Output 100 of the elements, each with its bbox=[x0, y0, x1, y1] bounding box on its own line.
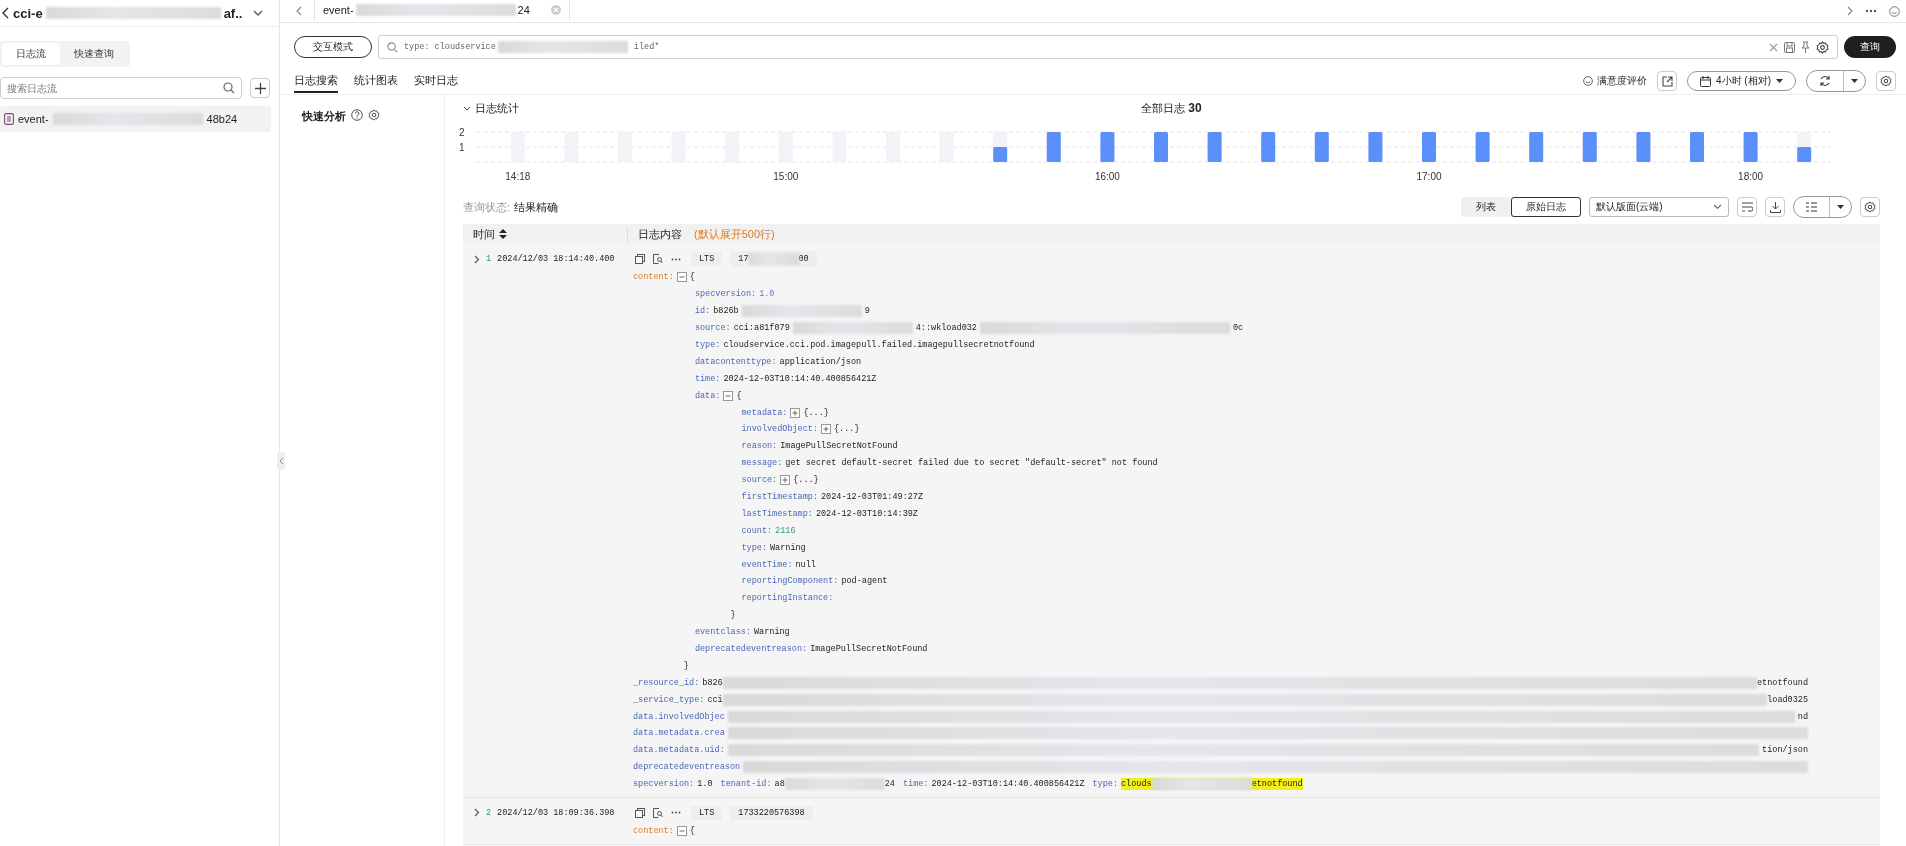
column-header[interactable]: 时间 bbox=[473, 226, 495, 242]
json-value: Warning bbox=[770, 542, 806, 553]
feedback-link[interactable]: 满意度评价 bbox=[1583, 74, 1647, 88]
add-button[interactable] bbox=[250, 78, 270, 98]
json-key: metadata: bbox=[741, 407, 788, 418]
context-button[interactable] bbox=[651, 805, 665, 820]
query-field[interactable]: type: cloudservice iled* bbox=[378, 35, 1838, 59]
json-key: data: bbox=[694, 390, 721, 401]
histogram-bar[interactable] bbox=[1582, 132, 1597, 162]
download-button[interactable] bbox=[1765, 197, 1785, 217]
file-tab[interactable]: event- 24 bbox=[314, 0, 570, 22]
json-collapsed-preview[interactable]: {...} bbox=[834, 424, 860, 435]
json-collapsed-preview[interactable]: {...} bbox=[793, 475, 819, 486]
json-toggle[interactable] bbox=[676, 826, 687, 837]
json-toggle[interactable] bbox=[780, 475, 791, 486]
histogram-bar[interactable] bbox=[1529, 132, 1544, 162]
view-tab[interactable]: 日志搜索 bbox=[294, 69, 338, 93]
document-icon bbox=[4, 113, 14, 125]
json-key: reportingInstance: bbox=[741, 593, 834, 604]
smiley-icon[interactable] bbox=[1889, 5, 1900, 17]
histogram-bar[interactable] bbox=[1797, 147, 1812, 162]
log-stream-item[interactable]: event- 48b24 bbox=[0, 106, 271, 132]
histogram-bar[interactable] bbox=[1743, 132, 1758, 162]
settings-button[interactable] bbox=[1876, 71, 1896, 91]
histogram-bar[interactable] bbox=[1368, 132, 1383, 162]
histogram-bar[interactable] bbox=[1475, 132, 1490, 162]
copy-button[interactable] bbox=[633, 252, 647, 266]
collapse-handle[interactable] bbox=[277, 452, 285, 470]
histogram-bar[interactable] bbox=[993, 147, 1008, 162]
expand-row-icon[interactable] bbox=[474, 808, 480, 818]
sidebar-tab[interactable]: 日志流 bbox=[2, 43, 60, 65]
more-icon[interactable] bbox=[1865, 9, 1877, 13]
pin-icon[interactable] bbox=[1801, 41, 1810, 53]
query-status-label: 查询状态: bbox=[463, 199, 511, 215]
settings-icon bbox=[1880, 75, 1892, 87]
json-key: content: bbox=[633, 826, 674, 837]
chevron-right-icon[interactable] bbox=[1847, 6, 1853, 16]
time-range-dropdown[interactable]: 4小时 (相对) bbox=[1687, 71, 1796, 91]
json-value: b826b bbox=[713, 306, 739, 317]
search-button[interactable]: 查询 bbox=[1844, 36, 1896, 58]
field-key: data.involvedObjec bbox=[633, 711, 725, 722]
copy-icon bbox=[635, 254, 645, 264]
help-icon[interactable] bbox=[351, 109, 363, 121]
field-key: specversion: bbox=[633, 779, 695, 790]
json-key: count: bbox=[741, 525, 773, 536]
layout-select[interactable]: 默认版面(云端) bbox=[1589, 197, 1729, 217]
field-value: 24 bbox=[884, 779, 895, 790]
histogram-bar[interactable] bbox=[1046, 132, 1061, 162]
json-key: source: bbox=[694, 323, 731, 334]
context-button[interactable] bbox=[651, 252, 665, 266]
source-tag: LTS bbox=[691, 805, 723, 820]
histogram-bar[interactable] bbox=[1314, 132, 1329, 162]
wrap-button[interactable] bbox=[1737, 197, 1757, 217]
json-brace: } bbox=[730, 610, 736, 621]
save-icon[interactable] bbox=[1784, 41, 1795, 53]
json-key: eventTime: bbox=[741, 559, 793, 570]
json-value: null bbox=[795, 559, 816, 570]
view-mode-button[interactable]: 原始日志 bbox=[1511, 197, 1581, 217]
view-tab[interactable]: 统计图表 bbox=[354, 69, 398, 93]
histogram-bar[interactable] bbox=[1636, 132, 1651, 162]
sort-icon[interactable] bbox=[499, 229, 507, 239]
view-tab[interactable]: 实时日志 bbox=[414, 69, 458, 93]
settings-button[interactable] bbox=[1860, 197, 1880, 217]
json-key: reportingComponent: bbox=[741, 576, 839, 587]
clear-icon[interactable] bbox=[1769, 42, 1778, 52]
json-value: 4::wkload032 bbox=[915, 323, 977, 334]
json-toggle[interactable] bbox=[790, 407, 801, 418]
field-value: etnotfound bbox=[1251, 779, 1303, 790]
json-key: type: bbox=[741, 542, 767, 553]
json-collapsed-preview[interactable]: {...} bbox=[803, 407, 829, 418]
field-value: 2024-12-03T10:14:40.400856421Z bbox=[931, 779, 1085, 790]
json-key: datacontenttype: bbox=[694, 356, 777, 367]
json-toggle[interactable] bbox=[676, 272, 687, 283]
histogram-bar[interactable] bbox=[1261, 132, 1276, 162]
settings-icon[interactable] bbox=[368, 109, 380, 121]
search-field[interactable]: 搜索日志流 bbox=[0, 77, 242, 99]
search-input[interactable]: 搜索日志流 bbox=[5, 81, 223, 95]
row-number: 1 bbox=[486, 254, 492, 264]
back-icon[interactable] bbox=[2, 7, 10, 19]
json-key: source: bbox=[741, 475, 778, 486]
external-link-icon bbox=[1661, 75, 1673, 87]
histogram-toggle[interactable]: 日志统计 bbox=[463, 101, 519, 116]
field-value: nd bbox=[1797, 711, 1808, 722]
chevron-down-icon[interactable] bbox=[253, 9, 264, 17]
caret-down-icon bbox=[1776, 79, 1783, 83]
field-value: cci bbox=[707, 694, 723, 705]
json-toggle[interactable] bbox=[723, 390, 734, 401]
json-key: involvedObject: bbox=[741, 424, 818, 435]
sidebar-tab[interactable]: 快速查询 bbox=[60, 43, 128, 65]
histogram-bar[interactable] bbox=[1207, 132, 1222, 162]
view-mode-button[interactable]: 列表 bbox=[1461, 197, 1511, 217]
chevron-left-icon[interactable] bbox=[296, 6, 302, 16]
copy-button[interactable] bbox=[633, 805, 647, 820]
expand-row-icon[interactable] bbox=[474, 254, 480, 264]
histogram-bar[interactable] bbox=[1100, 132, 1115, 162]
settings-icon[interactable] bbox=[1816, 40, 1829, 54]
json-value: application/json bbox=[779, 356, 862, 367]
json-toggle[interactable] bbox=[821, 424, 831, 435]
open-external-button[interactable] bbox=[1657, 71, 1677, 91]
search-icon[interactable] bbox=[223, 82, 235, 94]
